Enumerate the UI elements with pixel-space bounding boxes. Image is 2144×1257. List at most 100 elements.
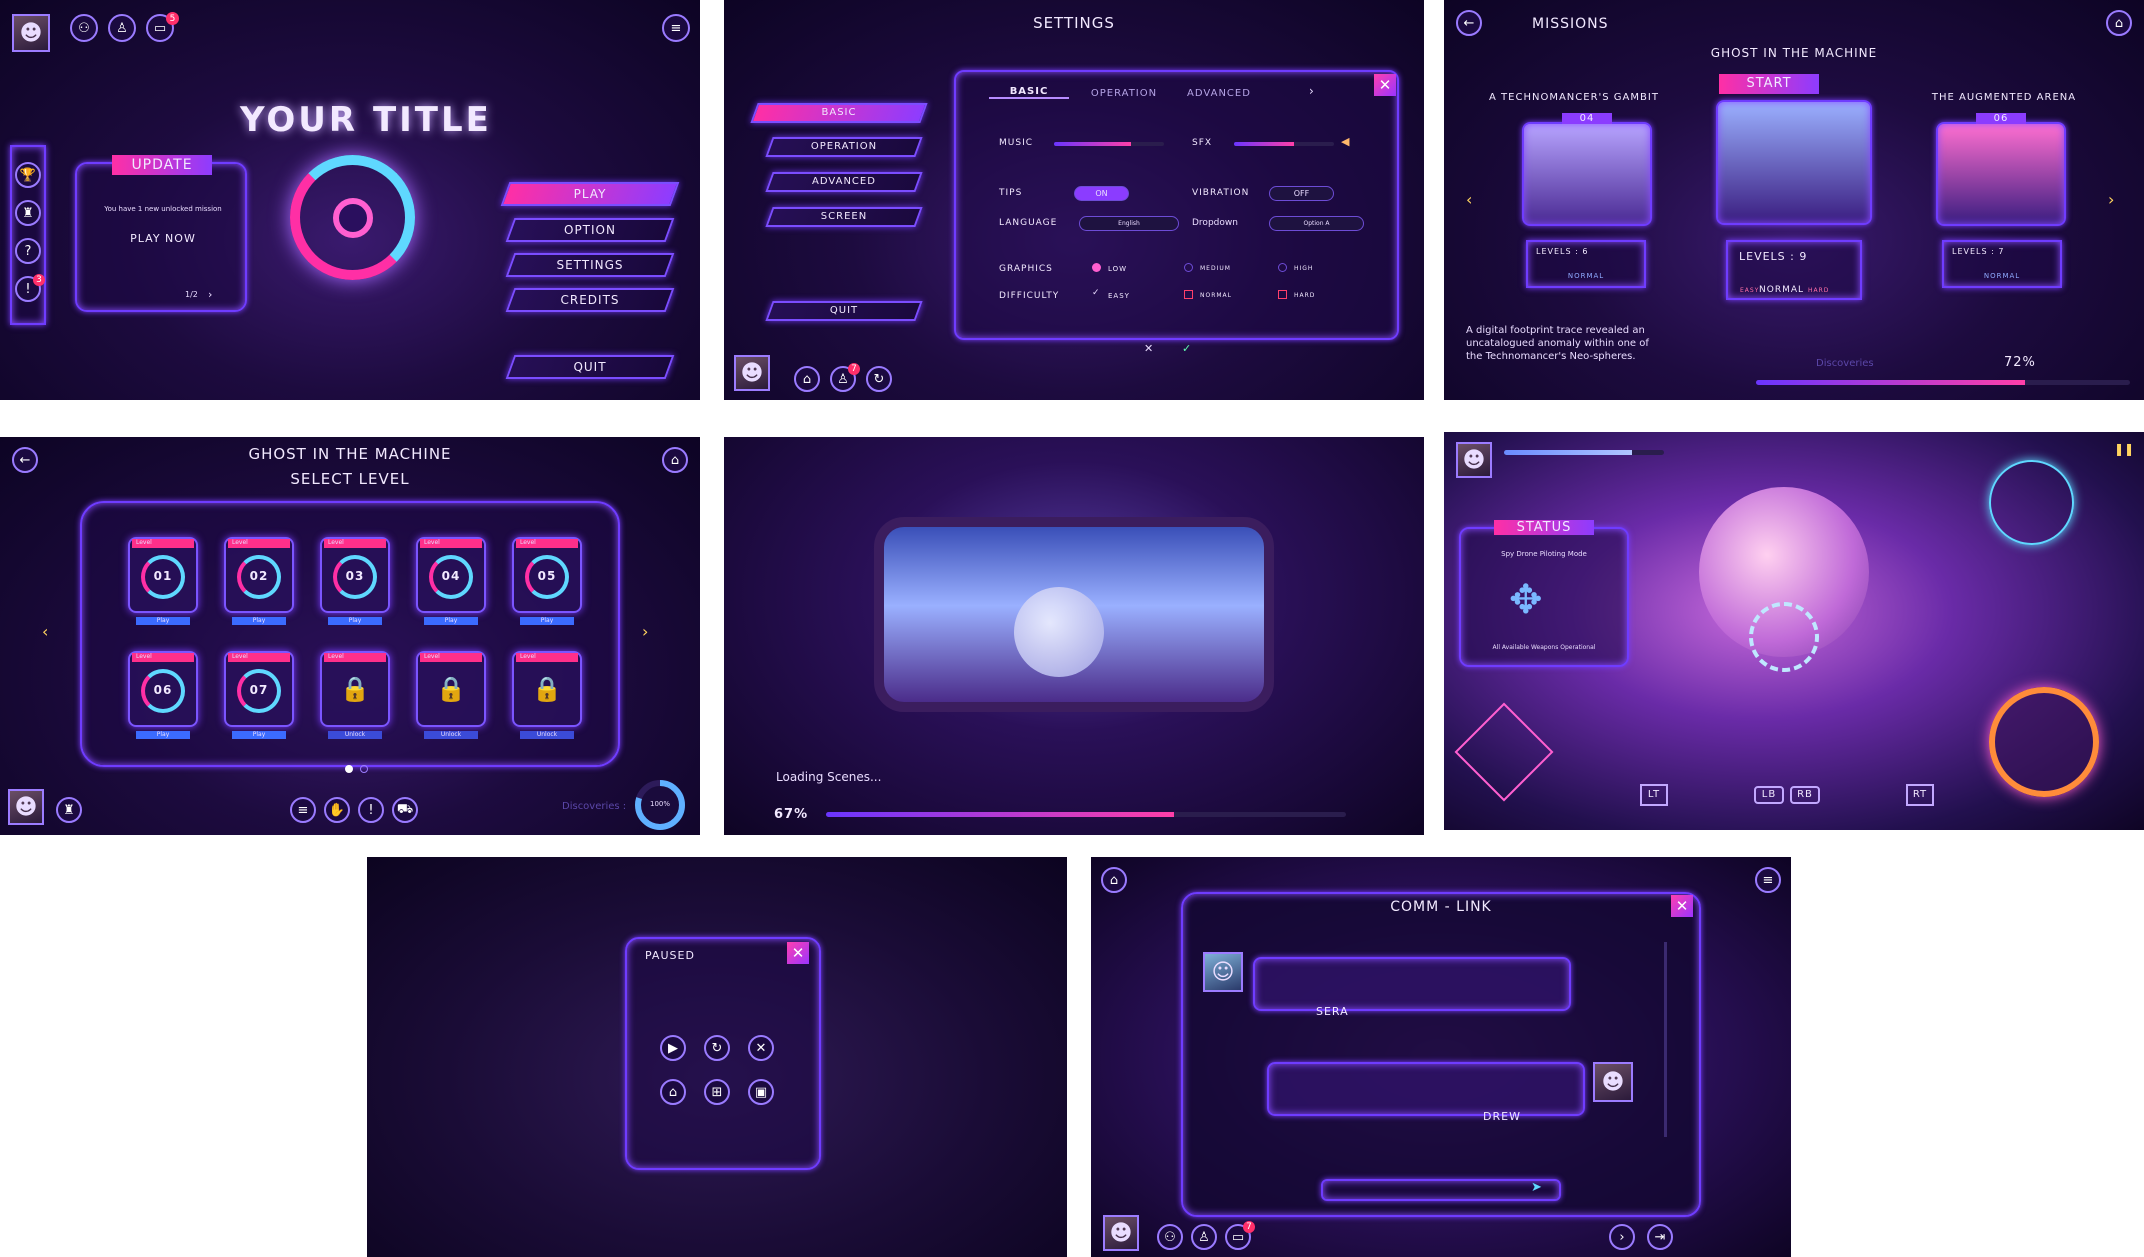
dropdown-select[interactable]: Option A (1269, 216, 1364, 231)
language-select[interactable]: English (1079, 216, 1179, 231)
start-button[interactable]: START (1719, 74, 1819, 94)
tabs-next-icon[interactable]: › (1309, 84, 1314, 98)
close-icon[interactable]: ✕ (1374, 74, 1396, 96)
rank-icon[interactable]: ♜ (15, 200, 41, 226)
pause-icon[interactable]: ❚❚ (2114, 442, 2134, 456)
chat-scrollbar[interactable] (1664, 942, 1667, 1137)
level-play-button[interactable]: Play (328, 617, 382, 625)
close-icon[interactable]: ✕ (1671, 895, 1693, 917)
lb-button[interactable]: LB (1754, 786, 1784, 804)
level-play-button[interactable]: Play (136, 731, 190, 739)
confirm-icon[interactable]: ✓ (1182, 342, 1191, 355)
player-avatar[interactable]: ☻ (734, 355, 770, 391)
dpad[interactable] (1454, 702, 1554, 802)
list-icon[interactable]: ≡ (290, 797, 316, 823)
cancel-icon[interactable]: ✕ (1144, 342, 1153, 355)
mission-mode-easy[interactable]: EASY (1740, 287, 1759, 294)
play-now-button[interactable]: PLAY NOW (118, 232, 208, 245)
next-page-icon[interactable]: › (642, 622, 648, 641)
side-operation-button[interactable]: OPERATION (765, 137, 923, 157)
rb-button[interactable]: RB (1790, 786, 1820, 804)
play-icon[interactable]: ▶ (660, 1035, 686, 1061)
graphics-medium-label: MEDIUM (1200, 265, 1231, 272)
vibration-toggle[interactable]: OFF (1269, 186, 1334, 201)
side-advanced-button[interactable]: ADVANCED (765, 172, 923, 192)
menu-icon[interactable]: ≡ (1755, 867, 1781, 893)
player-avatar[interactable]: ☻ (8, 789, 44, 825)
difficulty-normal-check[interactable] (1184, 290, 1193, 299)
next-icon[interactable]: › (1609, 1224, 1635, 1250)
profile-icon[interactable]: ♙ (1191, 1224, 1217, 1250)
graphics-medium-radio[interactable] (1184, 263, 1193, 272)
party-icon[interactable]: ⚇ (1157, 1224, 1183, 1250)
skip-icon[interactable]: ⇥ (1647, 1224, 1673, 1250)
refresh-icon[interactable]: ↻ (866, 366, 892, 392)
rank-icon[interactable]: ♜ (56, 797, 82, 823)
graphics-low-radio[interactable] (1092, 263, 1101, 272)
hand-icon[interactable]: ✋ (324, 797, 350, 823)
level-play-button[interactable]: Play (232, 617, 286, 625)
home-icon[interactable]: ⌂ (1101, 867, 1127, 893)
page-dot-active[interactable] (345, 765, 353, 773)
level-unlock-button[interactable]: Unlock (520, 731, 574, 739)
level-unlock-button[interactable]: Unlock (328, 731, 382, 739)
page-dot[interactable] (360, 765, 368, 773)
level-play-button[interactable]: Play (520, 617, 574, 625)
settings-button[interactable]: SETTINGS (505, 253, 675, 277)
difficulty-easy-check[interactable]: ✓ (1092, 288, 1100, 298)
difficulty-hard-check[interactable] (1278, 290, 1287, 299)
prev-page-icon[interactable]: ‹ (42, 622, 48, 641)
menu-icon[interactable]: ≡ (662, 14, 690, 42)
level-unlock-button[interactable]: Unlock (424, 731, 478, 739)
alert-icon[interactable]: ! (358, 797, 384, 823)
help-icon[interactable]: ? (15, 238, 41, 264)
save-icon[interactable]: ▣ (748, 1079, 774, 1105)
level-play-button[interactable]: Play (424, 617, 478, 625)
mission-mode-hard[interactable]: HARD (1808, 287, 1829, 294)
lt-button[interactable]: LT (1640, 784, 1668, 806)
tips-toggle[interactable]: ON (1074, 186, 1129, 201)
tab-basic[interactable]: BASIC (989, 86, 1069, 99)
quit-button[interactable]: QUIT (505, 355, 675, 379)
tab-operation[interactable]: OPERATION (1079, 88, 1169, 99)
music-slider[interactable] (1054, 142, 1164, 146)
back-icon[interactable]: ← (1456, 10, 1482, 36)
mission-mode-center[interactable]: NORMAL (1759, 285, 1804, 295)
next-icon[interactable]: › (208, 288, 212, 301)
rt-button[interactable]: RT (1906, 784, 1934, 806)
home-icon[interactable]: ⌂ (660, 1079, 686, 1105)
close-icon[interactable]: ✕ (787, 942, 809, 964)
discoveries-label: Discoveries (1816, 358, 1874, 369)
mission-card-center[interactable] (1716, 100, 1872, 225)
sfx-slider[interactable] (1234, 142, 1334, 146)
party-icon[interactable]: ⚇ (70, 14, 98, 42)
graphics-high-radio[interactable] (1278, 263, 1287, 272)
mission-card-right[interactable] (1936, 122, 2066, 226)
player-avatar[interactable]: ☻ (12, 14, 50, 52)
cart-icon[interactable]: ⛟ (392, 797, 418, 823)
play-button[interactable]: PLAY (500, 182, 680, 206)
mission-card-left[interactable] (1522, 122, 1652, 226)
home-icon[interactable]: ⌂ (2106, 10, 2132, 36)
profile-icon[interactable]: ♙ (108, 14, 136, 42)
tab-advanced[interactable]: ADVANCED (1174, 88, 1264, 99)
drone-icon: ✥ (1509, 577, 1543, 623)
trophy-icon[interactable]: 🏆 (15, 162, 41, 188)
level-play-button[interactable]: Play (232, 731, 286, 739)
home-icon[interactable]: ⌂ (794, 366, 820, 392)
side-screen-button[interactable]: SCREEN (765, 207, 923, 227)
grid-icon[interactable]: ⊞ (704, 1079, 730, 1105)
send-icon[interactable]: ➤ (1531, 1180, 1542, 1195)
player-avatar[interactable]: ☻ (1103, 1215, 1139, 1251)
fire-button[interactable] (1989, 687, 2099, 797)
level-play-button[interactable]: Play (136, 617, 190, 625)
credits-button[interactable]: CREDITS (505, 288, 675, 312)
prev-mission-icon[interactable]: ‹ (1466, 190, 1472, 209)
close-icon[interactable]: ✕ (748, 1035, 774, 1061)
option-button[interactable]: OPTION (505, 218, 675, 242)
restart-icon[interactable]: ↻ (704, 1035, 730, 1061)
next-mission-icon[interactable]: › (2108, 190, 2114, 209)
side-basic-button[interactable]: BASIC (750, 103, 928, 123)
message-input[interactable] (1321, 1179, 1561, 1201)
side-quit-button[interactable]: QUIT (765, 301, 923, 321)
